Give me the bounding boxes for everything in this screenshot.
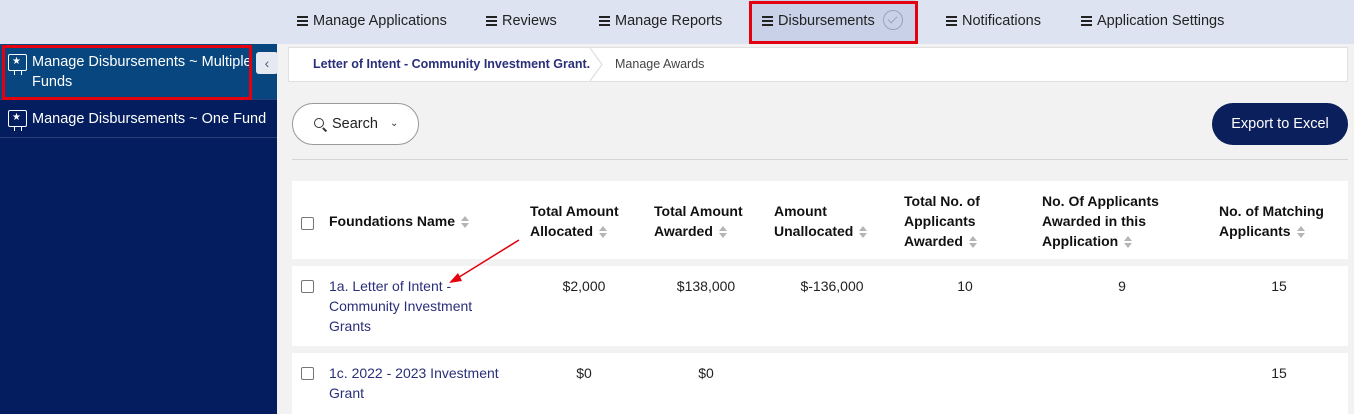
column-header-total-allocated[interactable]: Total Amount Allocated: [530, 201, 619, 241]
table-row: 1c. 2022 - 2023 Investment Grant $0 $0 1…: [292, 353, 1348, 414]
cell-total-awarded: $0: [698, 365, 714, 381]
table-row: 1a. Letter of Intent - Community Investm…: [292, 266, 1348, 346]
foundation-name-link[interactable]: 1a. Letter of Intent - Community Investm…: [329, 276, 472, 336]
cell-matching-applicants: 15: [1271, 365, 1287, 381]
menu-icon: [297, 16, 308, 26]
row-checkbox[interactable]: [301, 280, 314, 293]
column-header-amount-unallocated[interactable]: Amount Unallocated: [774, 201, 868, 241]
menu-icon: [762, 16, 773, 26]
cell-total-allocated: $0: [576, 365, 592, 381]
nav-notifications[interactable]: Notifications: [946, 0, 1041, 44]
row-checkbox[interactable]: [301, 367, 314, 380]
menu-icon: [599, 16, 610, 26]
cell-awarded-in-application: 9: [1118, 278, 1126, 294]
sort-icon[interactable]: [859, 226, 868, 238]
nav-reviews[interactable]: Reviews: [486, 0, 557, 44]
export-to-excel-button[interactable]: Export to Excel: [1212, 103, 1348, 145]
sort-icon[interactable]: [1124, 236, 1133, 248]
divider: [292, 159, 1348, 160]
check-circle-icon: [882, 10, 903, 31]
chevron-left-icon: ‹: [264, 55, 270, 71]
cell-amount-unallocated: $-136,000: [800, 278, 864, 294]
foundation-name-link[interactable]: 1c. 2022 - 2023 Investment Grant: [329, 363, 499, 403]
sidebar-item-multiple-funds[interactable]: Manage Disbursements ~ Multiple Funds: [0, 44, 277, 100]
nav-application-settings[interactable]: Application Settings: [1081, 0, 1224, 44]
nav-manage-applications[interactable]: Manage Applications: [297, 0, 447, 44]
sidebar-item-label: Funds: [32, 74, 73, 90]
search-icon: [314, 118, 324, 128]
breadcrumb-parent-link[interactable]: Letter of Intent - Community Investment …: [313, 48, 590, 81]
cell-total-awarded: $138,000: [676, 278, 736, 294]
sidebar-item-one-fund[interactable]: Manage Disbursements ~ One Fund: [0, 100, 277, 138]
sidebar-item-label: Manage Disbursements ~ Multiple: [32, 54, 252, 70]
nav-manage-reports[interactable]: Manage Reports: [599, 0, 722, 44]
column-header-total-awarded[interactable]: Total Amount Awarded: [654, 201, 743, 241]
column-header-matching-applicants[interactable]: No. of Matching Applicants: [1219, 201, 1324, 241]
sort-icon[interactable]: [1296, 226, 1305, 238]
cell-total-applicants-awarded: 10: [957, 278, 973, 294]
cell-total-allocated: $2,000: [562, 278, 606, 294]
menu-icon: [946, 16, 957, 26]
sort-icon[interactable]: [968, 236, 977, 248]
search-dropdown-button[interactable]: Search ⌄: [292, 103, 419, 145]
nav-disbursements[interactable]: Disbursements: [752, 0, 915, 44]
chevron-down-icon: ⌄: [390, 118, 399, 129]
menu-icon: [1081, 16, 1092, 26]
sort-icon[interactable]: [461, 216, 470, 228]
column-header-foundations-name[interactable]: Foundations Name: [329, 211, 470, 231]
sort-icon[interactable]: [599, 226, 608, 238]
breadcrumb-separator-icon: [589, 48, 603, 81]
cell-matching-applicants: 15: [1271, 278, 1287, 294]
sort-icon[interactable]: [718, 226, 727, 238]
table-header: Foundations Name Total Amount Allocated T…: [292, 181, 1348, 259]
select-all-checkbox[interactable]: [301, 217, 314, 230]
sidebar: Manage Disbursements ~ Multiple Funds Ma…: [0, 44, 277, 414]
column-header-total-applicants-awarded[interactable]: Total No. of Applicants Awarded: [904, 191, 980, 251]
column-header-awarded-in-application[interactable]: No. Of Applicants Awarded in this Applicat…: [1042, 191, 1159, 251]
breadcrumb: Letter of Intent - Community Investment …: [288, 47, 1348, 82]
top-navigation: Manage Applications Reviews Manage Repor…: [0, 0, 1354, 44]
breadcrumb-current: Manage Awards: [615, 57, 705, 71]
sidebar-item-label: Manage Disbursements ~ One Fund: [32, 111, 267, 127]
award-certificate-icon: [8, 52, 27, 75]
collapse-sidebar-button[interactable]: ‹: [256, 52, 278, 74]
menu-icon: [486, 16, 497, 26]
award-certificate-icon: [8, 108, 27, 131]
